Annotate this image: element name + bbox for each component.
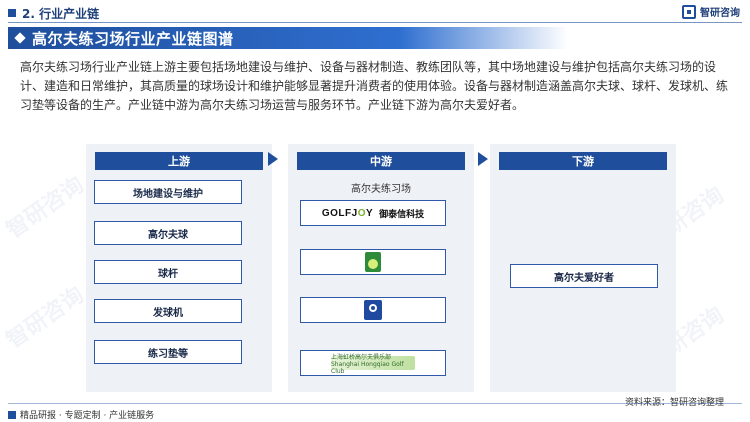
brand-logo-icon xyxy=(682,4,696,19)
upstream-item: 高尔夫球 xyxy=(94,221,242,245)
upstream-item: 场地建设与维护 xyxy=(94,180,242,204)
topgolf-icon xyxy=(364,300,382,320)
downstream-panel: 下游 高尔夫爱好者 xyxy=(490,144,676,392)
upstream-heading: 上游 xyxy=(95,152,263,170)
page-title: 高尔夫练习场行业产业链图谱 xyxy=(32,29,234,48)
golfjoy-logo: GOLFJOY 御泰信科技 xyxy=(300,200,446,226)
playgolf-logo xyxy=(300,249,446,275)
source-note: 资料来源：智研咨询整理 xyxy=(624,398,724,408)
golfjoy-y: Y xyxy=(365,207,374,219)
upstream-item: 球杆 xyxy=(94,260,242,284)
upstream-item: 发球机 xyxy=(94,299,242,323)
shanghai-golf-club-logo: 上海虹桥高尔夫俱乐部 Shanghai Hongqiao Golf Club xyxy=(300,350,446,376)
arrow-right-icon xyxy=(268,152,278,166)
footer-text: 精品研报 · 专题定制 · 产业链服务 xyxy=(20,411,155,421)
header-divider xyxy=(8,22,742,23)
golfjoy-text: GOLFJ xyxy=(321,207,358,219)
title-bar: 高尔夫练习场行业产业链图谱 xyxy=(8,27,568,49)
arrow-right-icon xyxy=(478,152,488,166)
upstream-panel: 上游 场地建设与维护 高尔夫球 球杆 发球机 练习垫等 xyxy=(86,144,272,392)
section-label: 2. 行业产业链 xyxy=(22,6,100,21)
golfjoy-cn: 御泰信科技 xyxy=(379,209,425,220)
upstream-item: 练习垫等 xyxy=(94,340,242,364)
midstream-panel: 中游 高尔夫练习场 GOLFJOY 御泰信科技 上海虹桥高尔夫俱乐部 Shang… xyxy=(288,144,474,392)
section-square-icon xyxy=(8,9,16,17)
downstream-item: 高尔夫爱好者 xyxy=(510,264,658,288)
topgolf-logo xyxy=(300,297,446,323)
golfjoy-o: O xyxy=(357,207,366,219)
midstream-subheading: 高尔夫练习场 xyxy=(351,184,411,195)
downstream-heading: 下游 xyxy=(499,152,667,170)
diamond-icon xyxy=(14,32,26,44)
playgolf-icon xyxy=(365,252,381,272)
shanghai-golf-club-icon: 上海虹桥高尔夫俱乐部 Shanghai Hongqiao Golf Club xyxy=(331,354,415,375)
footer-divider xyxy=(8,403,742,404)
brand-name: 智研咨询 xyxy=(700,8,740,19)
footer-square-icon xyxy=(8,410,16,419)
section-header: 2. 行业产业链 xyxy=(8,5,99,21)
footer: 精品研报 · 专题定制 · 产业链服务 xyxy=(8,408,154,421)
brand: 智研咨询 xyxy=(682,4,740,19)
intro-paragraph: 高尔夫练习场行业产业链上游主要包括场地建设与维护、设备与器材制造、教练团队等，其… xyxy=(20,60,729,112)
midstream-heading: 中游 xyxy=(297,152,465,170)
